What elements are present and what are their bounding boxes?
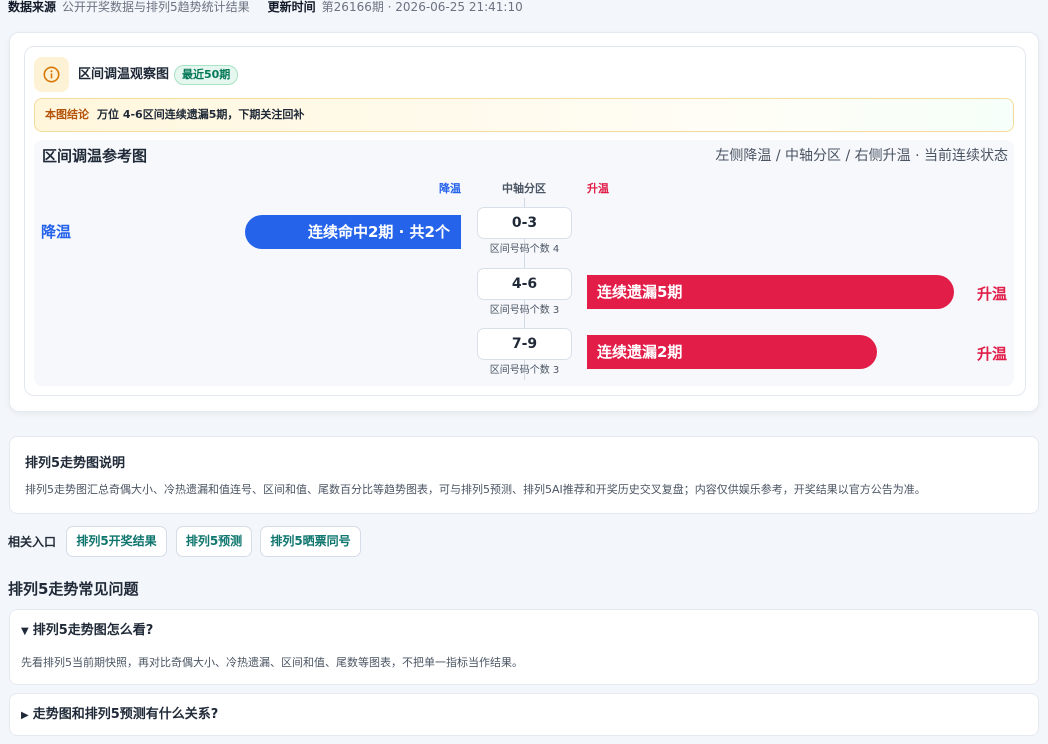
description-card: [9, 436, 1039, 514]
zone-count-0-3: 区间号码个数 4: [489, 244, 560, 255]
chart-subtitle: 左侧降温 / 中轴分区 / 右侧升温 · 当前连续状态: [715, 148, 1008, 164]
description-text: 排列5走势图汇总奇偶大小、冷热遗漏和值连号、区间和值、尾数百分比等趋势图表，可与…: [25, 483, 926, 496]
description-title: 排列5走势图说明: [25, 456, 126, 471]
source-label: 数据来源: [8, 0, 57, 14]
chart-title: 区间调温参考图: [42, 147, 148, 165]
column-header-cool: 降温: [439, 182, 461, 195]
bar-warm-7-9: 连续遗漏2期: [587, 335, 877, 369]
zone-box-0-3: 0-3: [477, 207, 572, 239]
recent-badge: 最近50期: [174, 65, 239, 85]
update-value: 第26166期 · 2026-06-25 21:41:10: [321, 0, 523, 14]
expanded-triangle-icon: ▼: [21, 626, 29, 637]
link-prediction-button[interactable]: 排列5预测: [176, 526, 252, 557]
info-icon: [34, 57, 69, 92]
side-label-4-6: 升温: [977, 285, 1008, 303]
link-draw-results-button[interactable]: 排列5开奖结果: [66, 526, 167, 557]
conclusion-text: 万位 4-6区间连续遗漏5期，下期关注回补: [97, 108, 305, 121]
zone-count-4-6: 区间号码个数 3: [489, 305, 560, 316]
meta-bar: 数据来源 公开开奖数据与排列5趋势统计结果 更新时间 第26166期 · 2026-0…: [8, 0, 523, 14]
column-header-warm: 升温: [587, 182, 609, 195]
zone-box-4-6: 4-6: [477, 268, 572, 300]
bar-cool-0-3: 连续命中2期 · 共2个: [245, 215, 461, 249]
column-header-axis: 中轴分区: [502, 182, 546, 195]
faq-item-how-to-read: [9, 609, 1039, 685]
update-label: 更新时间: [267, 0, 316, 14]
faq-answer-how-to-read: 先看排列5当前期快照，再对比奇偶大小、冷热遗漏、区间和值、尾数等图表，不把单一指…: [21, 656, 523, 669]
related-links-label: 相关入口: [8, 535, 57, 549]
card-title: 区间调温观察图: [78, 67, 170, 82]
link-shared-tickets-button[interactable]: 排列5晒票同号: [260, 526, 361, 557]
collapsed-triangle-icon: ▶: [21, 710, 29, 721]
bar-warm-4-6: 连续遗漏5期: [587, 275, 954, 309]
faq-heading: 排列5走势常见问题: [8, 580, 139, 598]
side-label-7-9: 升温: [977, 345, 1008, 363]
zone-box-7-9: 7-9: [477, 328, 572, 360]
conclusion-banner: 本图结论 万位 4-6区间连续遗漏5期，下期关注回补: [34, 98, 1014, 132]
side-label-0-3: 降温: [41, 223, 72, 241]
zone-count-7-9: 区间号码个数 3: [489, 365, 560, 376]
source-value: 公开开奖数据与排列5趋势统计结果: [62, 0, 250, 14]
faq-question-how-to-read[interactable]: ▼ 排列5走势图怎么看?: [21, 622, 153, 641]
conclusion-label: 本图结论: [45, 108, 89, 121]
faq-question-relation[interactable]: ▶ 走势图和排列5预测有什么关系?: [21, 706, 218, 725]
